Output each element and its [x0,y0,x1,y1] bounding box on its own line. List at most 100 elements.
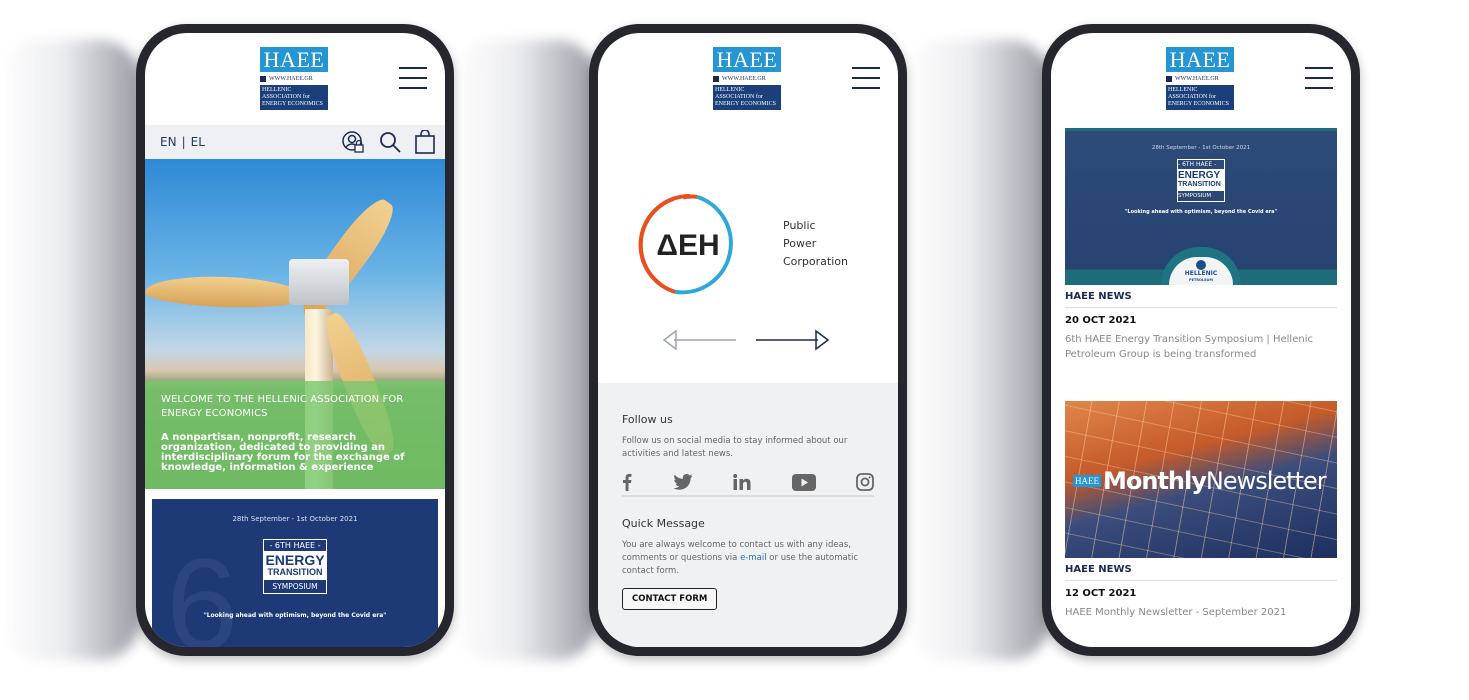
symposium-date: 28th September - 1st October 2021 [1151,145,1251,151]
newsletter-monthly: Monthly [1103,467,1207,495]
decorative-six: 6 [166,531,239,647]
news-date: 20 OCT 2021 [1065,315,1137,326]
newsletter-title: HAEE Monthly Newsletter [1073,467,1327,495]
haee-logo[interactable]: HAEE WWW.HAEE.GR HELLENIC ASSOCIATION fo… [260,47,328,110]
site-header: HAEE WWW.HAEE.GR HELLENIC ASSOCIATION fo… [1051,33,1351,125]
site-header: HAEE WWW.HAEE.GR HELLENIC ASSOCIATION fo… [145,33,445,125]
badge-main: ENERGY TRANSITION [1178,169,1224,191]
logo-name-line: HELLENIC [1168,87,1198,93]
hero-banner: WELCOME TO THE HELLENIC ASSOCIATION FOR … [145,159,445,489]
follow-us-text: Follow us on social media to stay inform… [622,436,848,459]
haee-logo[interactable]: HAEE WWW.HAEE.GR HELLENIC ASSOCIATION fo… [1166,47,1234,110]
site-footer: Follow us Follow us on social media to s… [598,383,898,647]
phone-shadow [452,40,597,660]
quick-message-heading: Quick Message [622,517,705,530]
email-link[interactable]: e-mail [740,553,767,563]
logo-name: HELLENIC ASSOCIATION for ENERGY ECONOMIC… [713,85,781,110]
phone-screen: HAEE WWW.HAEE.GR HELLENIC ASSOCIATION fo… [145,33,445,647]
shopping-bag-icon[interactable] [415,130,435,154]
newsletter-haee-tag: HAEE [1073,475,1101,487]
search-icon[interactable] [379,131,401,153]
logo-square [713,76,719,82]
hamburger-menu-icon[interactable] [399,67,427,89]
sponsor-badge: HELLENIC PETROLEUM [1161,247,1241,285]
haee-logo[interactable]: HAEE WWW.HAEE.GR HELLENIC ASSOCIATION fo… [713,47,781,110]
sponsor-badge-inner: HELLENIC PETROLEUM [1169,257,1233,285]
badge-main-line: TRANSITION [1178,181,1221,188]
logo-name-line: ASSOCIATION for [1168,94,1216,100]
arrow-left-icon[interactable] [662,329,738,351]
quick-message-text: You are always welcome to contact us wit… [622,539,874,578]
phone-mockup-home: HAEE WWW.HAEE.GR HELLENIC ASSOCIATION fo… [136,24,454,656]
symposium-badge: - 6TH HAEE - ENERGY TRANSITION SYMPOSIUM [1177,159,1225,202]
news-item[interactable]: HAEE NEWS 20 OCT 2021 6th HAEE Energy Tr… [1065,291,1337,362]
logo-url: WWW.HAEE.GR [1166,74,1234,84]
logo-name-line: ASSOCIATION for [262,94,310,100]
welcome-description: A nonpartisan, nonprofit, research organ… [161,432,405,473]
news-item[interactable]: HAEE NEWS 12 OCT 2021 HAEE Monthly Newsl… [1065,564,1337,620]
logo-name: HELLENIC ASSOCIATION for ENERGY ECONOMIC… [1166,85,1234,110]
lang-el-link[interactable]: EL [191,135,205,149]
follow-us-heading: Follow us [622,413,673,426]
news-date: 12 OCT 2021 [1065,588,1137,599]
lang-en-link[interactable]: EN [160,135,177,149]
badge-main-line: ENERGY [265,552,325,568]
phone-mockup-partners: HAEE WWW.HAEE.GR HELLENIC ASSOCIATION fo… [589,24,907,656]
news-image-symposium[interactable]: 28th September - 1st October 2021 - 6TH … [1065,128,1337,285]
badge-top: - 6TH HAEE - [1178,161,1217,168]
badge-top: - 6TH HAEE - [269,541,321,550]
partner-carousel-slide[interactable]: ΔEH Public Power Corporation [598,183,898,303]
phone-shadow [0,40,140,660]
logo-name-line: ENERGY ECONOMICS [715,101,776,107]
carousel-controls [662,329,830,351]
hamburger-menu-icon[interactable] [852,67,880,89]
badge-main-line: TRANSITION [267,567,323,577]
partner-name: Public Power Corporation [783,217,848,271]
news-title-link[interactable]: 6th HAEE Energy Transition Symposium | H… [1065,332,1337,362]
news-image-newsletter[interactable]: HAEE Monthly Newsletter [1065,401,1337,558]
news-category: HAEE NEWS [1065,564,1337,581]
social-links [622,473,874,497]
newsletter-word: Newsletter [1205,467,1327,495]
logo-name-line: ASSOCIATION for [715,94,763,100]
hellenic-petroleum-logo-icon [1196,260,1206,270]
logo-name-line: ENERGY ECONOMICS [262,101,323,107]
sponsor-name-text: HELLENIC [1184,270,1218,277]
header-tools [341,130,435,154]
phone-screen: HAEE WWW.HAEE.GR HELLENIC ASSOCIATION fo… [1051,33,1351,647]
contact-form-button[interactable]: CONTACT FORM [622,588,718,610]
logo-wordmark: HAEE [1166,47,1234,72]
utility-bar: EN | EL [145,125,445,159]
youtube-icon[interactable] [791,473,816,491]
logo-url: WWW.HAEE.GR [713,74,781,84]
welcome-title: WELCOME TO THE HELLENIC ASSOCIATION FOR … [161,394,404,419]
badge-bottom: SYMPOSIUM [1178,193,1212,199]
symposium-date: 28th September - 1st October 2021 [232,515,358,523]
badge-main-line: ENERGY [1178,170,1221,181]
linkedin-icon[interactable] [733,474,751,490]
instagram-icon[interactable] [856,473,874,491]
logo-url-text: WWW.HAEE.GR [722,76,766,82]
lang-separator: | [181,135,186,149]
hero-image-turbine [145,274,306,310]
logo-wordmark: HAEE [713,47,781,72]
news-title-link[interactable]: HAEE Monthly Newsletter - September 2021 [1065,605,1337,620]
user-lock-icon[interactable] [341,130,365,154]
phone-mockup-news: HAEE WWW.HAEE.GR HELLENIC ASSOCIATION fo… [1042,24,1360,656]
arrow-right-icon[interactable] [754,329,830,351]
logo-name: HELLENIC ASSOCIATION for ENERGY ECONOMIC… [260,85,328,110]
facebook-icon[interactable] [622,473,632,491]
partner-name-line: Power [783,237,817,250]
hamburger-menu-icon[interactable] [1305,67,1333,89]
partner-name-line: Corporation [783,255,848,268]
symposium-banner[interactable]: 6 28th September - 1st October 2021 - 6T… [152,499,438,647]
twitter-icon[interactable] [672,474,693,490]
logo-url-text: WWW.HAEE.GR [269,76,313,82]
logo-name-line: ENERGY ECONOMICS [1168,101,1229,107]
logo-name-line: HELLENIC [262,87,292,93]
deh-logo-icon: ΔEH [638,193,733,295]
logo-square [1166,76,1172,82]
sponsor-name: HELLENIC PETROLEUM [1169,270,1233,284]
badge-main: ENERGY TRANSITION [264,551,326,580]
site-header: HAEE WWW.HAEE.GR HELLENIC ASSOCIATION fo… [598,33,898,125]
